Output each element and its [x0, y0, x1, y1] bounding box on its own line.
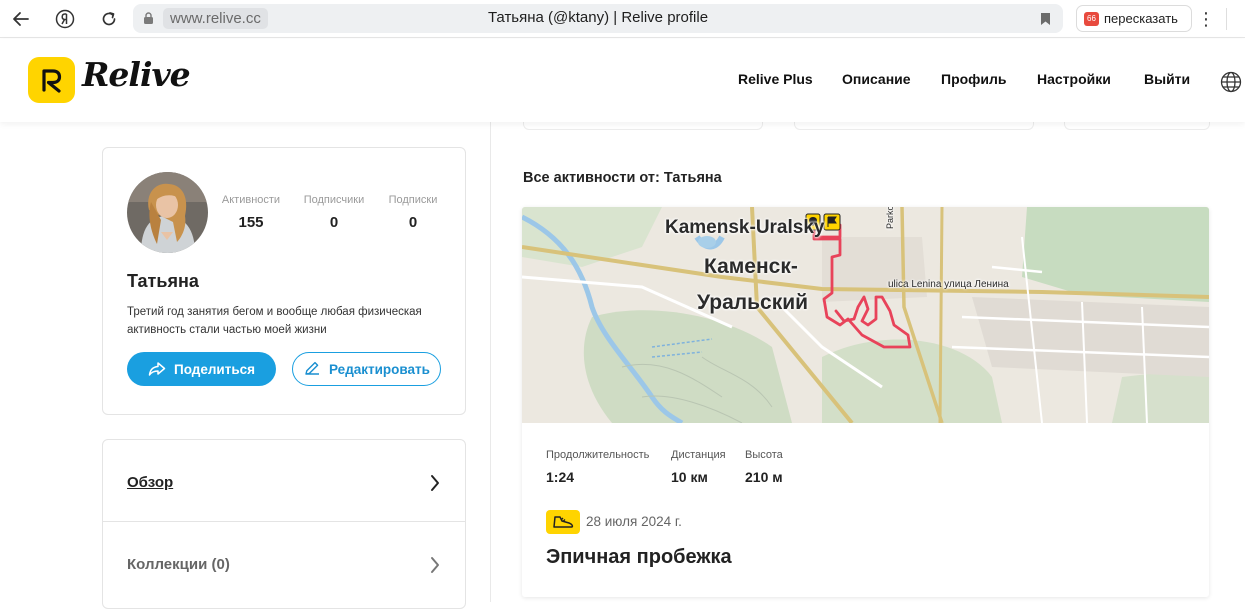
map-street-label: Parkova: [885, 207, 895, 229]
nav-profile[interactable]: Профиль: [941, 71, 1007, 87]
metric-duration: Продолжительность 1:24: [546, 449, 649, 485]
relive-logo-icon[interactable]: [28, 57, 75, 103]
metric-value: 1:24: [546, 469, 575, 485]
stat-value: 0: [408, 214, 418, 231]
profile-menu-card: Обзор Коллекции (0): [102, 439, 466, 609]
stat-followers[interactable]: Подписчики 0: [289, 194, 379, 231]
share-button[interactable]: Поделиться: [127, 352, 276, 386]
share-label: Поделиться: [173, 361, 256, 377]
nav-settings[interactable]: Настройки: [1037, 71, 1111, 87]
bookmark-icon[interactable]: [1040, 12, 1051, 26]
metric-label: Продолжительность: [546, 449, 650, 461]
metric-label: Высота: [745, 449, 783, 461]
toolbar-divider: [1226, 8, 1227, 30]
map-graphic: [522, 207, 1209, 426]
edit-label: Редактировать: [329, 361, 430, 377]
page-title: Татьяна (@ktany) | Relive profile: [487, 9, 709, 26]
map-city-label: Kamensk-Uralsky: [665, 217, 825, 238]
profile-card: Активности 155 Подписчики 0 Подписки 0 Т…: [102, 147, 466, 415]
avatar[interactable]: [127, 172, 208, 253]
retell-button[interactable]: 66 пересказать: [1076, 5, 1192, 32]
nav-logout[interactable]: Выйти: [1144, 71, 1190, 87]
activity-card[interactable]: Kamensk-Uralsky Каменск- Уральский ulica…: [522, 207, 1209, 597]
yandex-logo-icon[interactable]: [52, 7, 78, 31]
menu-item-collections[interactable]: Коллекции (0): [103, 522, 465, 602]
edit-profile-button[interactable]: Редактировать: [292, 352, 441, 386]
stat-value: 155: [238, 214, 264, 231]
column-divider: [490, 122, 491, 602]
address-bar[interactable]: www.relive.cc Татьяна (@ktany) | Relive …: [133, 4, 1063, 33]
running-shoe-icon: [546, 510, 580, 534]
browser-toolbar: www.relive.cc Татьяна (@ktany) | Relive …: [0, 0, 1245, 38]
page-body: Активности 155 Подписчики 0 Подписки 0 Т…: [0, 120, 1245, 609]
metric-elevation: Высота 210 м: [745, 449, 783, 485]
retell-icon: 66: [1084, 11, 1099, 26]
back-arrow-icon[interactable]: [8, 7, 34, 31]
retell-label: пересказать: [1104, 11, 1178, 26]
map-city-label: Каменск-: [704, 255, 798, 278]
collections-label: Коллекции: [127, 556, 208, 573]
activities-section-title: Все активности от: Татьяна: [523, 170, 722, 186]
menu-item-label: Обзор: [127, 474, 174, 491]
stat-label: Подписчики: [303, 194, 365, 206]
menu-item-label: Коллекции (0): [127, 556, 230, 573]
metric-value: 210 м: [745, 469, 783, 485]
stat-label: Подписки: [388, 194, 438, 206]
activity-title[interactable]: Эпичная пробежка: [546, 546, 732, 569]
stat-label: Активности: [221, 194, 281, 206]
chevron-right-icon: [431, 557, 439, 573]
metric-distance: Дистанция 10 км: [671, 449, 726, 485]
user-bio: Третий год занятия бегом и вообще любая …: [127, 306, 422, 336]
more-menu-icon[interactable]: ⋮: [1197, 8, 1215, 30]
nav-relive-plus[interactable]: Relive Plus: [738, 71, 813, 87]
metric-label: Дистанция: [671, 449, 726, 461]
relive-logo-text[interactable]: Relive: [82, 55, 191, 94]
reload-icon[interactable]: [96, 7, 122, 31]
menu-item-overview[interactable]: Обзор: [103, 440, 465, 520]
stat-activities[interactable]: Активности 155: [206, 194, 296, 231]
globe-icon[interactable]: [1220, 71, 1242, 93]
metric-value: 10 км: [671, 469, 708, 485]
site-header: Relive Relive Plus Описание Профиль Наст…: [0, 39, 1245, 122]
stat-following[interactable]: Подписки 0: [368, 194, 458, 231]
map-city-label: Уральский: [697, 291, 809, 314]
activity-date: 28 июля 2024 г.: [586, 514, 682, 529]
collections-count: (0): [211, 556, 230, 573]
stat-value: 0: [329, 214, 339, 231]
share-icon: [148, 362, 166, 376]
activity-map[interactable]: Kamensk-Uralsky Каменск- Уральский ulica…: [522, 207, 1209, 426]
map-street-label: ulica Lenina улица Ленина: [888, 279, 1009, 290]
chevron-right-icon: [431, 475, 439, 491]
nav-description[interactable]: Описание: [842, 71, 911, 87]
user-name: Татьяна: [127, 271, 199, 291]
pencil-icon: [305, 361, 320, 375]
